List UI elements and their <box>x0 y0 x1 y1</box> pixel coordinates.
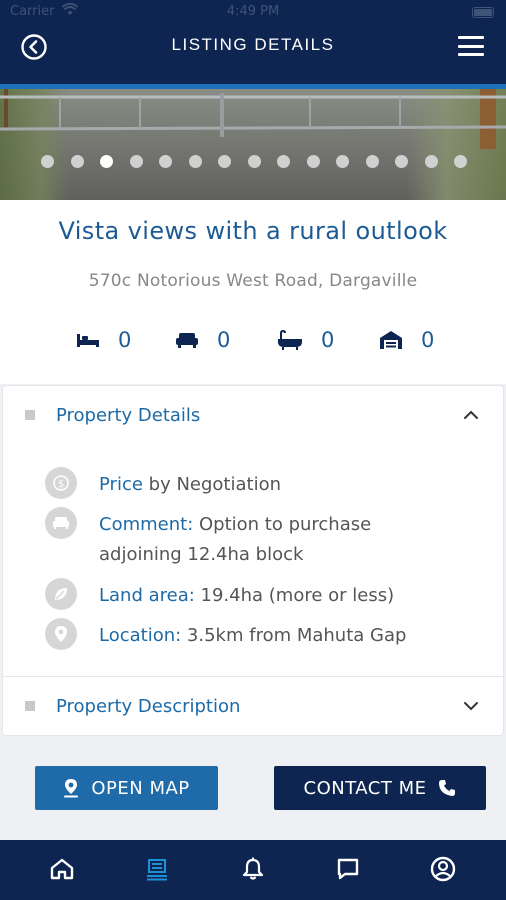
tab-notifications[interactable] <box>238 854 268 884</box>
open-map-button[interactable]: OPEN MAP <box>35 766 218 810</box>
bell-icon <box>242 857 264 880</box>
detail-location: Location: 3.5km from Mahuta Gap <box>45 618 485 651</box>
contact-me-button[interactable]: CONTACT ME <box>274 766 486 810</box>
gate-photo <box>0 89 506 149</box>
feature-bedrooms: 0 <box>76 328 131 352</box>
chat-icon <box>337 858 359 880</box>
contact-me-label: CONTACT ME <box>303 777 427 799</box>
bath-icon <box>278 330 302 350</box>
status-bar: Carrier 4:49 PM <box>0 2 506 24</box>
feature-bathrooms: 0 <box>277 328 334 352</box>
price-label: Price <box>99 474 143 495</box>
home-icon <box>50 858 74 880</box>
profile-icon <box>430 856 456 882</box>
chevron-up-icon <box>464 410 478 419</box>
hamburger-menu-icon[interactable] <box>458 36 484 56</box>
bottom-tab-bar <box>0 840 506 900</box>
price-value: by Negotiation <box>142 474 281 495</box>
svg-text:$: $ <box>58 479 64 490</box>
feature-row: 0 0 0 0 <box>76 328 456 354</box>
status-time: 4:49 PM <box>226 4 280 19</box>
listing-title: Vista views with a rural outlook <box>58 217 448 245</box>
carousel-dot[interactable] <box>277 155 290 168</box>
section-bullet <box>25 701 35 711</box>
bedrooms-count: 0 <box>118 328 132 352</box>
tab-profile[interactable] <box>428 854 458 884</box>
comment-label: Comment: <box>99 514 194 535</box>
garages-count: 0 <box>421 328 435 352</box>
carousel-dot[interactable] <box>247 155 261 168</box>
carousel-dot[interactable] <box>424 155 438 168</box>
leaf-icon <box>45 578 77 610</box>
feature-lounges: 0 <box>175 328 230 352</box>
dollar-icon: $ <box>45 467 77 499</box>
photo-carousel[interactable] <box>0 89 506 200</box>
garage-icon <box>380 331 402 349</box>
tab-listings[interactable] <box>142 854 172 884</box>
property-description-header[interactable]: Property Description <box>3 677 503 735</box>
carousel-dots[interactable] <box>0 155 506 168</box>
section-bullet <box>25 410 35 420</box>
location-label: Location: <box>99 625 182 646</box>
comment-value: Option to purchase <box>193 514 372 535</box>
battery-icon <box>472 7 494 18</box>
detail-comment: Comment: Option to purchase adjoining 12.… <box>45 507 485 570</box>
carousel-dot[interactable] <box>41 155 54 168</box>
chevron-down-icon <box>464 702 478 711</box>
carousel-dot[interactable] <box>129 155 143 168</box>
tab-messages[interactable] <box>333 854 363 884</box>
land-area-value: 19.4ha (more or less) <box>194 585 395 606</box>
comment-sofa-icon <box>45 507 77 539</box>
carousel-dot[interactable] <box>395 155 408 168</box>
page-title: LISTING DETAILS <box>171 35 335 54</box>
map-pin-icon <box>64 779 79 798</box>
carousel-dot[interactable] <box>454 155 467 168</box>
property-details-heading: Property Details <box>56 404 201 426</box>
feature-garages: 0 <box>379 328 434 352</box>
details-card: Property Details $ Price by Negotiation … <box>2 385 504 736</box>
bathrooms-count: 0 <box>321 328 335 352</box>
land-area-label: Land area: <box>99 585 195 606</box>
carousel-dot[interactable] <box>70 155 84 168</box>
open-map-label: OPEN MAP <box>91 777 190 799</box>
location-pin-icon <box>45 618 77 650</box>
carousel-dot[interactable] <box>159 155 172 168</box>
tab-home[interactable] <box>47 854 77 884</box>
carousel-dot-active[interactable] <box>100 155 113 168</box>
location-value: 3.5km from Mahuta Gap <box>181 625 407 646</box>
top-app-bar: Carrier 4:49 PM LISTING DETAILS <box>0 0 506 89</box>
lounges-count: 0 <box>217 328 231 352</box>
phone-icon <box>439 780 456 796</box>
detail-land-area: Land area: 19.4ha (more or less) <box>45 578 485 611</box>
listings-icon <box>147 859 167 881</box>
listing-summary: Vista views with a rural outlook 570c No… <box>0 200 506 384</box>
property-description-heading: Property Description <box>56 695 241 717</box>
sofa-icon <box>176 333 198 348</box>
bed-icon <box>77 334 99 347</box>
carousel-dot[interactable] <box>336 155 349 168</box>
property-details-header[interactable]: Property Details <box>3 386 503 444</box>
listing-address: 570c Notorious West Road, Dargaville <box>88 271 418 291</box>
carousel-dot[interactable] <box>306 155 320 168</box>
carousel-dot[interactable] <box>188 155 202 168</box>
comment-value-line2: adjoining 12.4ha block <box>99 544 304 565</box>
carousel-dot[interactable] <box>365 155 379 168</box>
carousel-dot[interactable] <box>218 155 231 168</box>
detail-price: $ Price by Negotiation <box>45 467 485 500</box>
